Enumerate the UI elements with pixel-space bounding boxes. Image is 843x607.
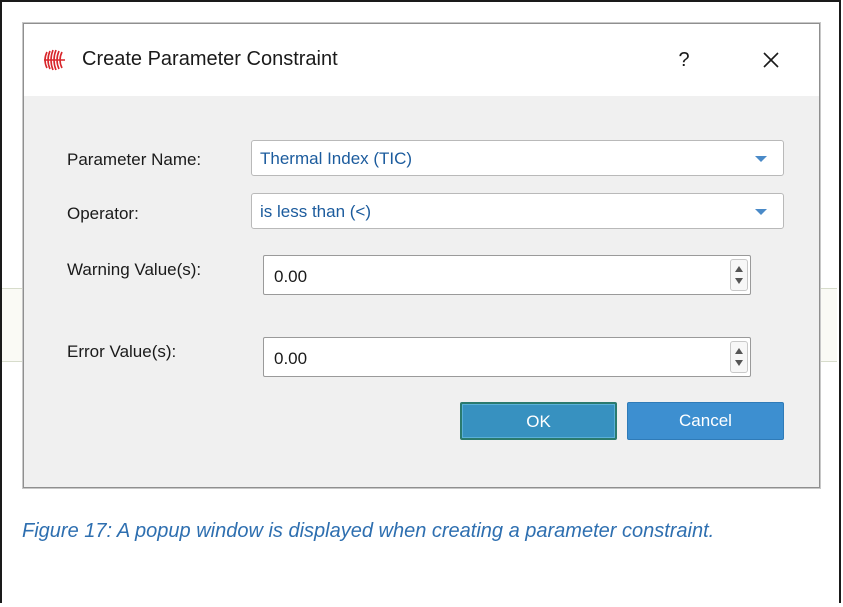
stepper-down-icon[interactable]	[735, 360, 743, 366]
parameter-name-select[interactable]: Thermal Index (TIC)	[251, 140, 784, 176]
dialog-title: Create Parameter Constraint	[82, 48, 338, 70]
error-value-stepper[interactable]	[730, 341, 748, 373]
operator-value: is less than (<)	[260, 202, 372, 221]
stepper-down-icon[interactable]	[735, 278, 743, 284]
help-button[interactable]: ?	[664, 42, 704, 78]
figure-caption: Figure 17: A popup window is displayed w…	[22, 520, 715, 542]
error-value-label: Error Value(s):	[67, 342, 177, 361]
parameter-name-label: Parameter Name:	[67, 150, 202, 169]
warning-value-label: Warning Value(s):	[67, 260, 202, 279]
operator-label: Operator:	[67, 204, 139, 223]
chevron-down-icon	[755, 156, 767, 162]
error-value-spinbox[interactable]: 0.00	[263, 337, 751, 377]
create-parameter-constraint-dialog: Create Parameter Constraint ? Parameter …	[23, 23, 820, 488]
stepper-up-icon[interactable]	[735, 348, 743, 354]
warning-value-spinbox[interactable]: 0.00	[263, 255, 751, 295]
cancel-button[interactable]: Cancel	[627, 402, 784, 440]
ok-button[interactable]: OK	[460, 402, 617, 440]
warning-value-stepper[interactable]	[730, 259, 748, 291]
parameter-app-icon	[41, 48, 67, 72]
stepper-up-icon[interactable]	[735, 266, 743, 272]
close-icon[interactable]	[762, 51, 780, 69]
parameter-name-value: Thermal Index (TIC)	[260, 149, 413, 168]
operator-select[interactable]: is less than (<)	[251, 193, 784, 229]
chevron-down-icon	[755, 209, 767, 215]
close-button[interactable]	[751, 42, 791, 78]
warning-value-input[interactable]: 0.00	[274, 267, 307, 287]
error-value-input[interactable]: 0.00	[274, 349, 307, 369]
dialog-titlebar: Create Parameter Constraint ?	[24, 24, 819, 96]
